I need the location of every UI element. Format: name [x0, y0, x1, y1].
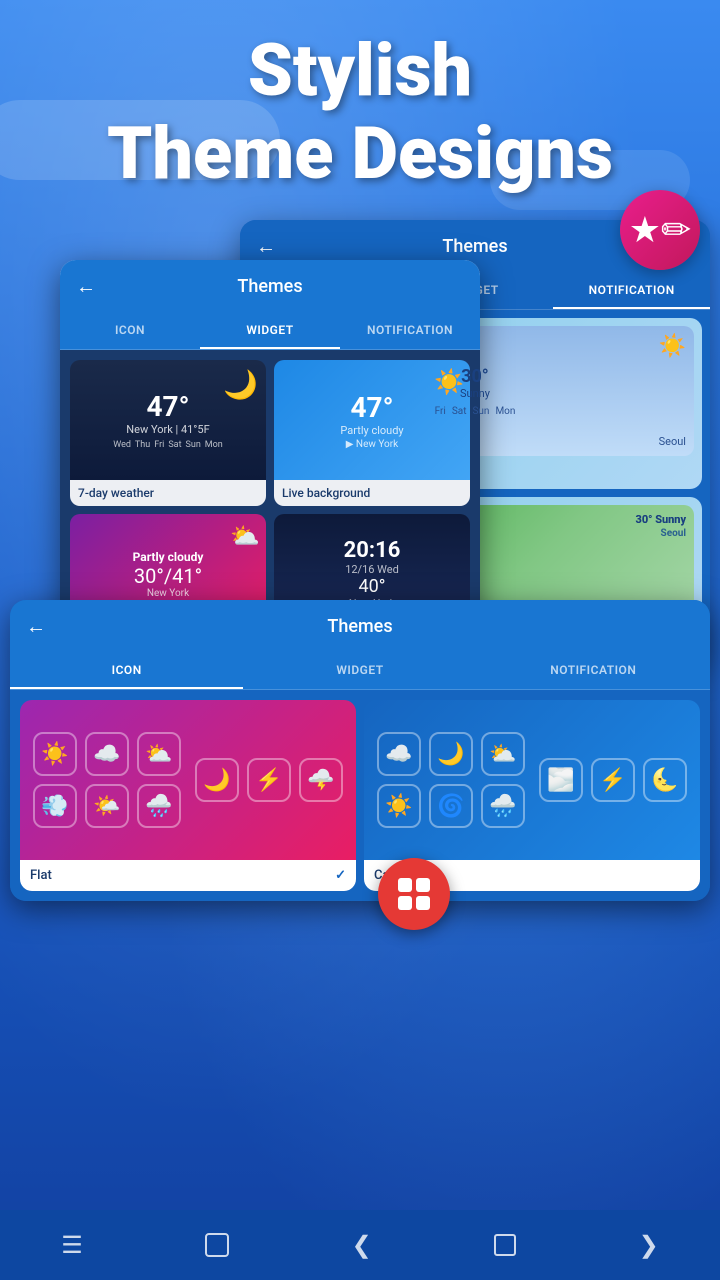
fog-icon-cartoon: 🌫️	[539, 758, 583, 802]
night-icon-cartoon: 🌜	[643, 758, 687, 802]
hero-title: Stylish Theme Designs	[0, 30, 720, 196]
sun2-icon-flat: 🌤️	[85, 784, 129, 828]
grid-dot-1	[398, 878, 412, 892]
cartoon-preview: ☁️ 🌙 ⛅ ☀️ 🌀 🌧️ 🌫️ ⚡ 🌜	[364, 700, 700, 860]
star-icon: ★✏	[629, 209, 691, 251]
nav-home-icon[interactable]	[195, 1223, 239, 1267]
tab-notification-front[interactable]: NOTIFICATION	[477, 653, 710, 689]
partly-cloud-icon-flat: ⛅	[137, 732, 181, 776]
nav-recents-icon[interactable]	[484, 1224, 526, 1266]
tab-icon-front[interactable]: ICON	[10, 653, 243, 689]
featured-badge-button[interactable]: ★✏	[620, 190, 700, 270]
flat-preview: ☀️ ☁️ ⛅ 💨 🌤️ 🌧️ 🌙 ⚡ 🌩️	[20, 700, 356, 860]
widget-7day-preview: 47° New York | 41°5F WedThuFriSatSunMon …	[70, 360, 266, 480]
panel-front-header: ← Themes	[10, 600, 710, 653]
gear-icon-cartoon: 🌀	[429, 784, 473, 828]
icon-card-flat[interactable]: ☀️ ☁️ ⛅ 💨 🌤️ 🌧️ 🌙 ⚡ 🌩️	[20, 700, 356, 891]
hero-section: Stylish Theme Designs	[0, 30, 720, 196]
widget-live-label: Live background	[274, 480, 470, 506]
sun-icon-cartoon: ☀️	[377, 784, 421, 828]
nav-square-icon	[205, 1233, 229, 1257]
rain-icon-flat: 🌧️	[137, 784, 181, 828]
nav-menu-icon[interactable]: ☰	[51, 1221, 93, 1269]
panel-mid-header: ← Themes	[60, 260, 480, 313]
back-arrow-mid-icon[interactable]: ←	[76, 274, 96, 299]
panel-back-title: Themes	[288, 236, 662, 257]
panel-front-title: Themes	[58, 616, 662, 637]
panel-icon: ← Themes ICON WIDGET NOTIFICATION ☀️ ☁️ …	[10, 600, 710, 901]
cloud2-icon-flat: 🌩️	[299, 758, 343, 802]
panel-mid-title: Themes	[108, 276, 432, 297]
grid-icon	[398, 878, 430, 910]
sun-icon-flat: ☀️	[33, 732, 77, 776]
tab-widget-front[interactable]: WIDGET	[243, 653, 476, 689]
lightning-icon-flat: ⚡	[247, 758, 291, 802]
rain2-icon-cartoon: 🌧️	[481, 784, 525, 828]
cloud-icon-flat: ☁️	[85, 732, 129, 776]
widget-7day-label: 7-day weather	[70, 480, 266, 506]
tab-notification-mid[interactable]: NOTIFICATION	[340, 313, 480, 349]
tab-icon-mid[interactable]: ICON	[60, 313, 200, 349]
tab-widget-mid[interactable]: WIDGET	[200, 313, 340, 349]
icon-grid: ☀️ ☁️ ⛅ 💨 🌤️ 🌧️ 🌙 ⚡ 🌩️	[10, 690, 710, 901]
moon-icon-cartoon: 🌙	[429, 732, 473, 776]
widget-card-7day[interactable]: 47° New York | 41°5F WedThuFriSatSunMon …	[70, 360, 266, 506]
moon-icon-flat: 🌙	[195, 758, 239, 802]
grid-dot-2	[416, 878, 430, 892]
flat-check-icon: ✓	[335, 868, 346, 883]
partly-icon-cartoon: ⛅	[481, 732, 525, 776]
flat-label: Flat	[30, 868, 52, 883]
grid-fab-button[interactable]	[378, 858, 450, 930]
panel-mid-tabs: ICON WIDGET NOTIFICATION	[60, 313, 480, 350]
flat-footer: Flat ✓	[20, 860, 356, 891]
grid-dot-3	[398, 896, 412, 910]
nav-forward-icon[interactable]: ❯	[629, 1221, 669, 1269]
lightning2-icon-cartoon: ⚡	[591, 758, 635, 802]
nav-back-icon[interactable]: ❮	[342, 1221, 382, 1269]
cloud1-icon-cartoon: ☁️	[377, 732, 421, 776]
grid-dot-4	[416, 896, 430, 910]
bottom-navigation: ☰ ❮ ❯	[0, 1210, 720, 1280]
tab-notification-back[interactable]: NOTIFICATION	[553, 273, 710, 309]
back-arrow-front-icon[interactable]: ←	[26, 614, 46, 639]
back-arrow-icon[interactable]: ←	[256, 234, 276, 259]
panel-front-tabs: ICON WIDGET NOTIFICATION	[10, 653, 710, 690]
wind-icon-flat: 💨	[33, 784, 77, 828]
